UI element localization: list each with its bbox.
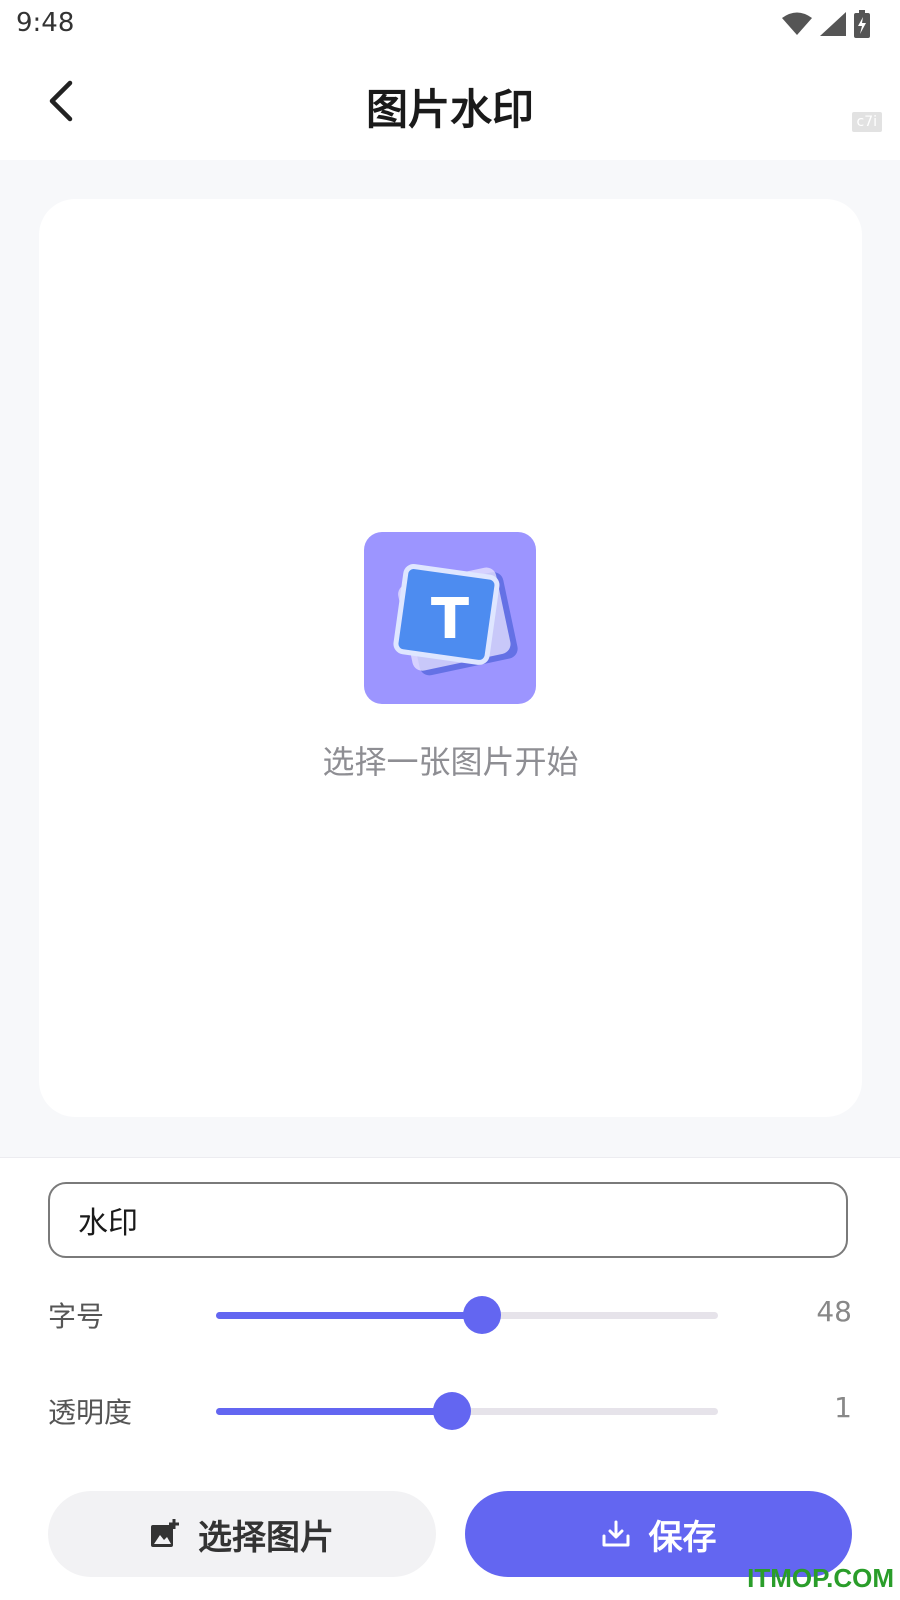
preview-hint: 选择一张图片开始 <box>322 743 579 781</box>
wifi-icon <box>782 12 812 35</box>
opacity-slider-row: 透明度 1 <box>0 1381 900 1441</box>
opacity-slider-thumb[interactable] <box>432 1392 471 1430</box>
text-layers-icon: T <box>393 564 518 676</box>
screen: 9:48 图片水印 c7i T 选择一张图片开始 水印 字号 48 透明度 1 … <box>0 0 900 1600</box>
status-bar: 9:48 <box>0 0 900 52</box>
add-image-icon <box>151 1519 179 1547</box>
select-image-label: 选择图片 <box>198 1517 334 1558</box>
opacity-value: 1 <box>834 1391 852 1424</box>
cellular-signal-icon <box>820 12 846 36</box>
save-label: 保存 <box>648 1517 717 1558</box>
image-preview-area[interactable]: T 选择一张图片开始 <box>39 199 862 1117</box>
font-size-slider-fill <box>216 1312 483 1319</box>
status-time: 9:48 <box>16 8 75 38</box>
battery-charging-icon <box>854 10 870 38</box>
status-icons <box>782 10 870 38</box>
opacity-slider-fill <box>216 1408 452 1415</box>
control-panel: 字号 48 透明度 1 选择图片 <box>0 1157 900 1600</box>
app-header: 图片水印 c7i <box>0 52 900 160</box>
font-size-slider-thumb[interactable] <box>463 1296 502 1334</box>
opacity-slider[interactable] <box>216 1392 718 1430</box>
watermark-text-input[interactable] <box>48 1182 848 1258</box>
app-logo-icon: T <box>364 532 536 704</box>
font-size-value: 48 <box>816 1295 852 1328</box>
site-watermark: ITMOP.COM <box>747 1563 894 1593</box>
svg-text:T: T <box>431 587 469 652</box>
font-size-slider-row: 字号 48 <box>0 1285 900 1345</box>
font-size-label: 字号 <box>48 1300 105 1333</box>
font-size-slider[interactable] <box>216 1296 718 1334</box>
select-image-button[interactable]: 选择图片 <box>48 1491 436 1577</box>
download-icon <box>602 1520 629 1547</box>
page-title: 图片水印 <box>365 85 534 134</box>
corner-tag: c7i <box>851 112 882 132</box>
opacity-label: 透明度 <box>48 1396 133 1429</box>
